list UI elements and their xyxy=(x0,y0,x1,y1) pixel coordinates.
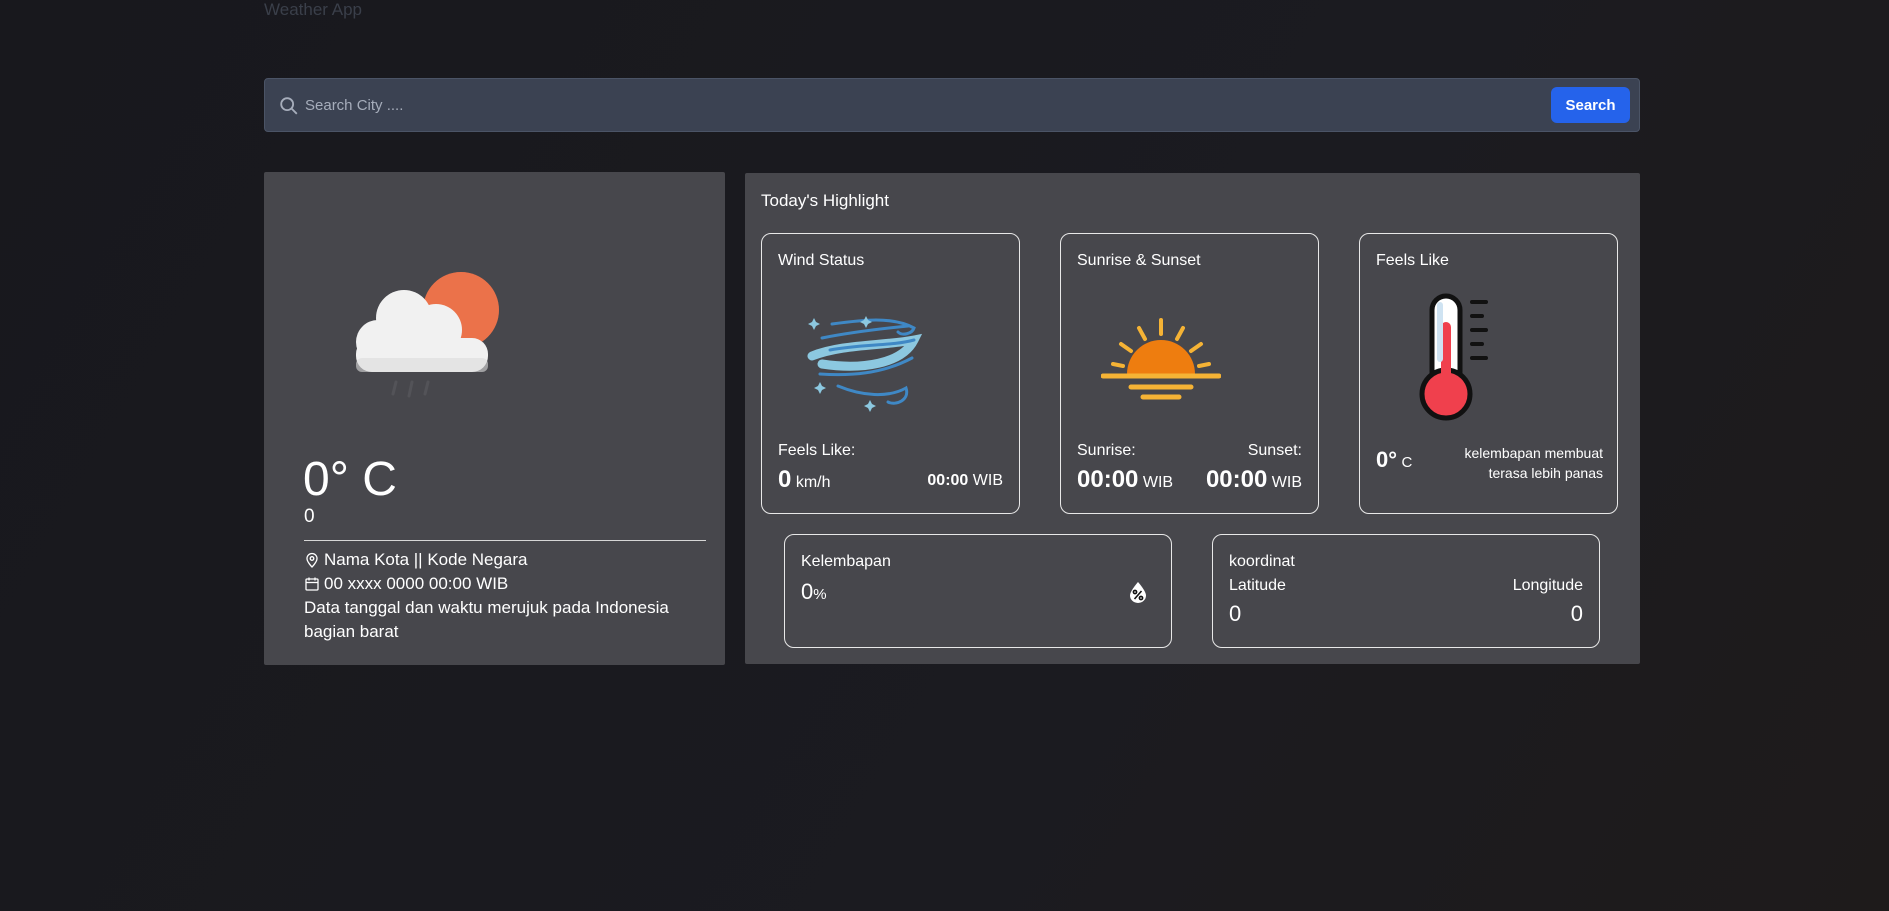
search-button[interactable]: Search xyxy=(1551,87,1630,123)
wind-feels-label: Feels Like: xyxy=(778,442,856,459)
wind-time: 00:00 WIB xyxy=(927,472,1003,490)
wind-icon xyxy=(807,316,922,412)
wind-speed: 0 km/h xyxy=(778,466,830,494)
divider xyxy=(304,540,706,541)
humidity-card: Kelembapan 0% xyxy=(784,534,1172,648)
thermometer-icon xyxy=(1419,293,1488,421)
calendar-icon xyxy=(305,577,319,591)
wind-status-card: Wind Status Feels Like: 0 km/h 00:00 WIB xyxy=(761,233,1020,514)
wind-speed-value: 0 xyxy=(778,466,792,493)
highlight-panel: Today's Highlight Wind Status Feels Like… xyxy=(745,173,1640,664)
cloud-sun-rain-icon xyxy=(356,272,499,398)
sunrise-icon xyxy=(1101,318,1221,400)
search-bar: Search xyxy=(264,78,1640,132)
latitude-value: 0 xyxy=(1229,601,1242,626)
app-title: Weather App xyxy=(264,0,362,19)
coordinates-card: koordinat Latitude Longitude 0 0 xyxy=(1212,534,1600,648)
weather-description: 0 xyxy=(304,506,315,527)
sunset-time-value: 00:00 xyxy=(1205,466,1268,493)
location-text: Nama Kota || Kode Negara xyxy=(324,550,528,569)
location-pin-icon xyxy=(306,552,318,568)
timezone-note: Data tanggal dan waktu merujuk pada Indo… xyxy=(304,598,669,641)
humidity-drop-icon xyxy=(1130,582,1146,603)
sunset-label: Sunset: xyxy=(1247,442,1302,459)
feels-like-unit: C xyxy=(1401,454,1413,471)
feels-like-temp: 0° xyxy=(1376,447,1398,472)
longitude-label: Longitude xyxy=(1512,577,1583,594)
wind-speed-unit: km/h xyxy=(795,474,831,491)
humidity-unit: % xyxy=(813,586,827,603)
feels-like-title: Feels Like xyxy=(1376,252,1449,269)
current-weather-card: 0° C 0 Nama Kota || Kode Negara 00 xxxx … xyxy=(264,172,725,665)
sunrise-time-value: 00:00 xyxy=(1077,466,1139,493)
sunrise-time: 00:00 WIB xyxy=(1077,466,1173,494)
humidity-number: 0 xyxy=(801,579,814,604)
longitude-value: 0 xyxy=(1570,601,1583,626)
sunrise-sunset-card: Sunrise & Sunset Sunrise: Sunset: 00:00 … xyxy=(1060,233,1319,514)
latitude-label: Latitude xyxy=(1229,577,1286,594)
sunrise-label: Sunrise: xyxy=(1077,442,1136,459)
location-line: Nama Kota || Kode Negara xyxy=(304,550,528,570)
wind-time-value: 00:00 xyxy=(927,472,969,489)
highlight-title: Today's Highlight xyxy=(761,191,889,210)
sunset-time-unit: WIB xyxy=(1271,474,1302,491)
humidity-title: Kelembapan xyxy=(801,553,891,570)
coordinates-title: koordinat xyxy=(1229,553,1295,570)
sunrise-time-unit: WIB xyxy=(1142,474,1174,491)
humidity-value: 0% xyxy=(801,579,827,605)
wind-time-unit: WIB xyxy=(972,472,1003,489)
sun-title: Sunrise & Sunset xyxy=(1077,252,1201,269)
search-input[interactable] xyxy=(305,87,1305,123)
feels-like-note: kelembapan membuat terasa lebih panas xyxy=(1464,445,1603,481)
feels-like-card: Feels Like 0° C kelembapan membuat teras… xyxy=(1359,233,1618,514)
wind-status-title: Wind Status xyxy=(778,252,865,269)
datetime-line: 00 xxxx 0000 00:00 WIB xyxy=(304,574,508,594)
feels-like-value: 0° C xyxy=(1376,447,1412,473)
sunset-time: 00:00 WIB xyxy=(1206,466,1302,494)
current-temperature: 0° C xyxy=(303,453,397,506)
datetime-text: 00 xxxx 0000 00:00 WIB xyxy=(324,574,509,593)
search-icon xyxy=(280,97,298,115)
